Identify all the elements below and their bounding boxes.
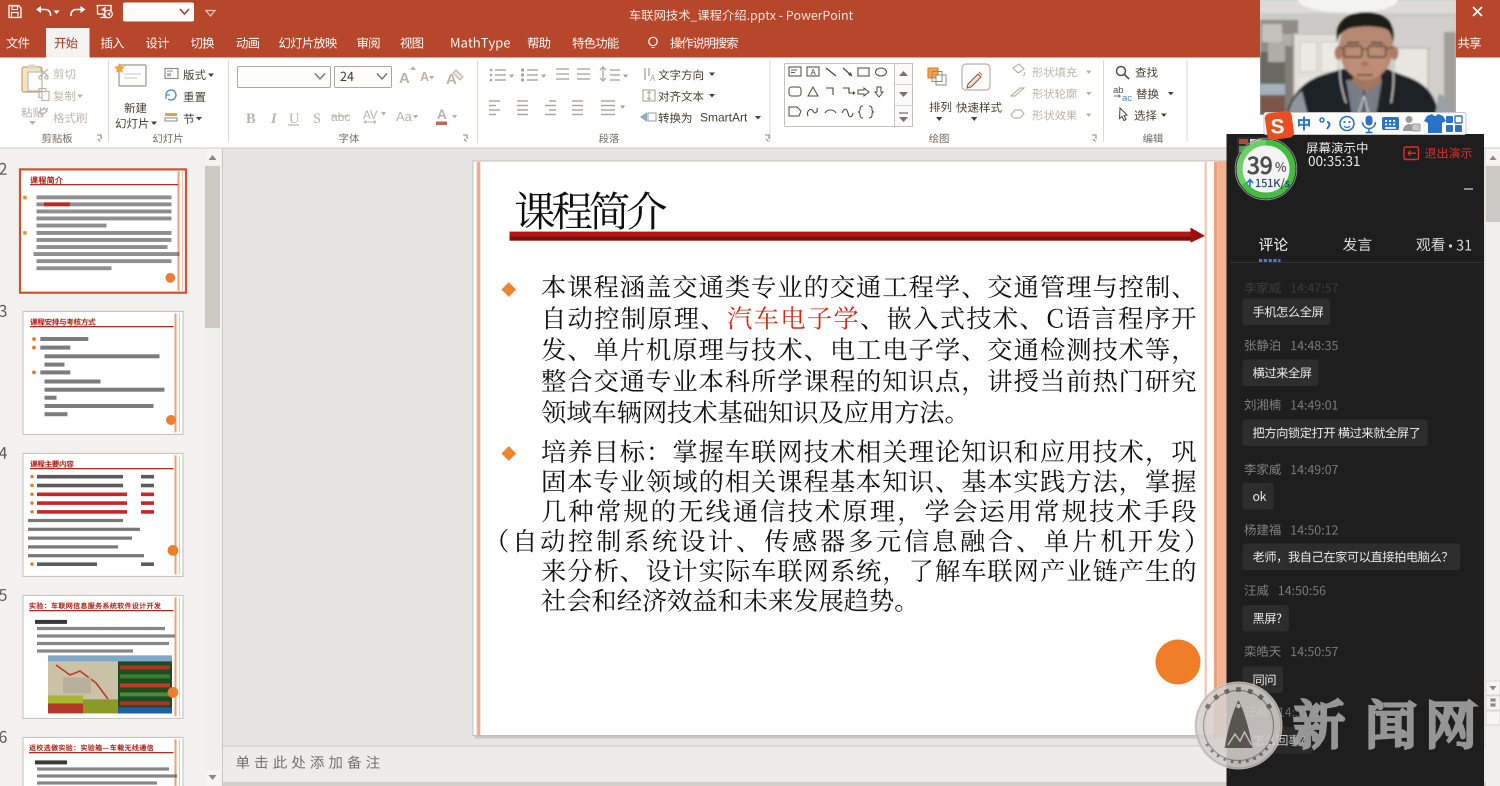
svg-text:SmartArt: SmartArt <box>700 111 748 125</box>
svg-text:ac: ac <box>1122 93 1132 104</box>
svg-text:A: A <box>650 74 656 83</box>
svg-text:A: A <box>420 70 429 84</box>
svg-text:B: B <box>246 111 256 127</box>
svg-text:A: A <box>399 70 410 87</box>
svg-text:A: A <box>437 107 447 122</box>
svg-text:S: S <box>1271 116 1285 139</box>
svg-text:AV: AV <box>363 110 378 122</box>
svg-text:abc: abc <box>331 110 350 124</box>
svg-text:Aa: Aa <box>396 109 413 124</box>
svg-text:A: A <box>811 68 817 77</box>
svg-text:S: S <box>313 111 321 127</box>
